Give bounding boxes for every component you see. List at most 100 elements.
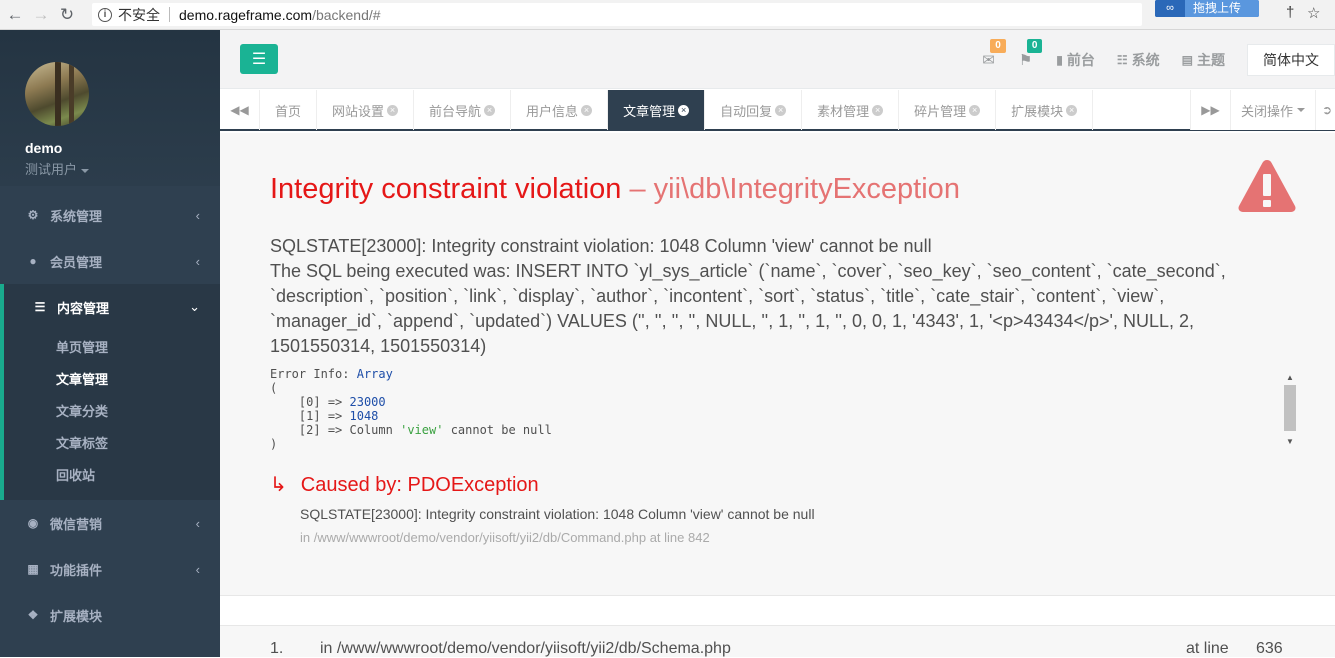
call-stack-row[interactable]: 1. in /www/wwwroot/demo/vendor/yiisoft/y… bbox=[220, 625, 1335, 657]
submenu-item-pages[interactable]: 单页管理 bbox=[4, 332, 220, 364]
tab-auto-reply[interactable]: 自动回复 × bbox=[705, 90, 803, 130]
menu-toggle-button[interactable]: ☰ bbox=[240, 44, 278, 74]
tab-label: 首页 bbox=[275, 103, 302, 119]
forward-arrow-icon[interactable]: → bbox=[30, 4, 52, 26]
info-icon[interactable]: i bbox=[98, 7, 112, 22]
error-info-type: Array bbox=[356, 367, 393, 381]
trace-separator bbox=[220, 595, 1335, 625]
address-bar[interactable]: i 不安全 demo.rageframe.com/backend/# bbox=[92, 3, 1142, 26]
error-info-scrollbar[interactable] bbox=[1284, 385, 1296, 431]
tab-close-icon[interactable]: × bbox=[678, 104, 690, 116]
tab-fragments[interactable]: 碎片管理 × bbox=[899, 90, 997, 130]
error-info-value: Column bbox=[349, 423, 393, 437]
chevron-down-icon: ⌄ bbox=[189, 299, 200, 314]
tabs-scroll-left-button[interactable]: ◀◀ bbox=[220, 90, 260, 130]
user-role-label: 测试用户 bbox=[25, 162, 78, 177]
error-header: Integrity constraint violation – yii\db\… bbox=[220, 133, 1335, 595]
reload-icon[interactable]: ↻ bbox=[56, 4, 78, 26]
bookmark-icon: ▮ bbox=[1056, 52, 1063, 67]
caused-by-heading: ↳ Caused by: PDOException bbox=[270, 472, 539, 497]
insecure-label: 不安全 bbox=[118, 6, 160, 23]
sidebar-item-system[interactable]: ⚙ 系统管理 ‹ bbox=[0, 192, 220, 238]
messages-badge: 0 bbox=[990, 38, 1006, 53]
exit-button[interactable]: ➲ bbox=[1315, 90, 1335, 130]
address-divider bbox=[169, 7, 170, 22]
messages-button[interactable]: ✉ 0 bbox=[982, 38, 1006, 69]
user-icon: ● bbox=[29, 254, 37, 268]
wechat-icon: ◉ bbox=[27, 516, 39, 530]
user-role-dropdown[interactable]: 测试用户 bbox=[25, 159, 220, 178]
frontend-label: 前台 bbox=[1066, 51, 1095, 68]
avatar[interactable] bbox=[25, 62, 89, 126]
sidebar-menu: ⚙ 系统管理 ‹ ● 会员管理 ‹ ☰ 内容管理 ⌄ 单页管理 文章管理 文章分… bbox=[0, 192, 220, 638]
notifications-button[interactable]: ⚑ 0 bbox=[1018, 38, 1043, 69]
tab-close-icon[interactable]: × bbox=[1066, 104, 1078, 116]
scroll-down-arrow-icon[interactable]: ▼ bbox=[1286, 437, 1294, 446]
tab-label: 前台导航 bbox=[429, 103, 482, 119]
sidebar-item-content[interactable]: ☰ 内容管理 ⌄ bbox=[0, 284, 220, 330]
scroll-up-arrow-icon[interactable]: ▲ bbox=[1286, 373, 1294, 382]
tab-home[interactable]: 首页 bbox=[260, 90, 318, 130]
tab-frontend-nav[interactable]: 前台导航 × bbox=[414, 90, 512, 130]
tab-site-settings[interactable]: 网站设置 × bbox=[317, 90, 415, 130]
system-link[interactable]: ☷ 系统 bbox=[1117, 50, 1160, 70]
tab-label: 碎片管理 bbox=[914, 103, 967, 119]
frontend-link[interactable]: ▮ 前台 bbox=[1056, 50, 1095, 70]
page-tabs-bar: ◀◀ 首页 网站设置 × 前台导航 × 用户信息 × 文章管理 × 自动回复 × 素材管理… bbox=[220, 90, 1335, 131]
theme-link[interactable]: ▤ 主题 bbox=[1182, 50, 1225, 70]
caused-by-location: in /www/wwwroot/demo/vendor/yiisoft/yii2… bbox=[300, 530, 710, 545]
system-label: 系统 bbox=[1131, 51, 1160, 68]
sidebar: demo 测试用户 ⚙ 系统管理 ‹ ● 会员管理 ‹ ☰ 内容管理 ⌄ 单页管… bbox=[0, 30, 220, 657]
star-icon[interactable]: ☆ bbox=[1307, 4, 1320, 22]
browser-toolbar: ← → ↻ i 不安全 demo.rageframe.com/backend/#… bbox=[0, 0, 1335, 30]
error-info-key: [2] bbox=[298, 423, 321, 437]
tabs-scroll-right-button[interactable]: ▶▶ bbox=[1189, 90, 1230, 130]
submenu-item-categories[interactable]: 文章分类 bbox=[4, 396, 220, 428]
sidebar-item-label: 扩展模块 bbox=[50, 608, 103, 624]
notifications-badge: 0 bbox=[1026, 38, 1043, 53]
tab-close-icon[interactable]: × bbox=[484, 104, 496, 116]
theme-label: 主题 bbox=[1197, 51, 1225, 68]
bell-icon: ⚑ bbox=[1018, 51, 1033, 69]
sidebar-item-plugins[interactable]: ▦ 功能插件 ‹ bbox=[0, 546, 220, 592]
error-sql: The SQL being executed was: INSERT INTO … bbox=[270, 261, 1226, 356]
sidebar-item-label: 微信营销 bbox=[50, 516, 103, 532]
close-operations-dropdown[interactable]: 关闭操作 bbox=[1229, 90, 1315, 130]
error-info-key: [0] bbox=[298, 395, 321, 409]
submenu-item-tags[interactable]: 文章标签 bbox=[4, 428, 220, 460]
tab-close-icon[interactable]: × bbox=[387, 104, 399, 116]
error-message: SQLSTATE[23000]: Integrity constraint vi… bbox=[270, 234, 1270, 359]
tab-close-icon[interactable]: × bbox=[581, 104, 593, 116]
chevron-left-icon: ‹ bbox=[195, 515, 200, 531]
language-selector[interactable]: 简体中文 bbox=[1247, 43, 1335, 76]
tab-material[interactable]: 素材管理 × bbox=[802, 90, 900, 130]
tab-article-management[interactable]: 文章管理 × bbox=[608, 90, 706, 130]
tab-label: 扩展模块 bbox=[1011, 103, 1064, 119]
tab-label: 网站设置 bbox=[332, 103, 385, 119]
submenu-item-articles[interactable]: 文章管理 bbox=[4, 364, 220, 396]
cloud-icon: ∞ bbox=[1155, 0, 1185, 17]
url-path: /backend/# bbox=[312, 6, 381, 23]
tab-close-icon[interactable]: × bbox=[872, 104, 884, 116]
sidebar-item-wechat[interactable]: ◉ 微信营销 ‹ bbox=[0, 500, 220, 546]
pin-icon[interactable]: † bbox=[1286, 4, 1294, 21]
trace-number: 1. bbox=[270, 640, 284, 657]
bars-icon: ☰ bbox=[34, 300, 46, 314]
error-name: Integrity constraint violation bbox=[270, 173, 622, 205]
tab-user-info[interactable]: 用户信息 × bbox=[511, 90, 609, 130]
tab-close-icon[interactable]: × bbox=[969, 104, 981, 116]
bars-icon: ☰ bbox=[251, 51, 267, 68]
tab-close-icon[interactable]: × bbox=[775, 104, 787, 116]
top-right-nav: ✉ 0 ⚑ 0 ▮ 前台 ☷ 系统 ▤ 主题 简体中文 bbox=[982, 30, 1335, 89]
caret-down-icon bbox=[1297, 108, 1305, 112]
sidebar-item-modules[interactable]: ❖ 扩展模块 bbox=[0, 592, 220, 638]
back-arrow-icon[interactable]: ← bbox=[4, 4, 26, 26]
tab-label: 文章管理 bbox=[623, 103, 676, 119]
sitemap-icon: ☷ bbox=[1116, 52, 1128, 67]
sidebar-item-members[interactable]: ● 会员管理 ‹ bbox=[0, 238, 220, 284]
sidebar-item-label: 功能插件 bbox=[50, 562, 103, 578]
upload-extension-button[interactable]: ∞ 拖拽上传 bbox=[1155, 0, 1259, 17]
tab-extension-modules[interactable]: 扩展模块 × bbox=[996, 90, 1094, 130]
submenu-item-recycle[interactable]: 回收站 bbox=[4, 460, 220, 492]
warning-icon bbox=[1238, 160, 1296, 212]
